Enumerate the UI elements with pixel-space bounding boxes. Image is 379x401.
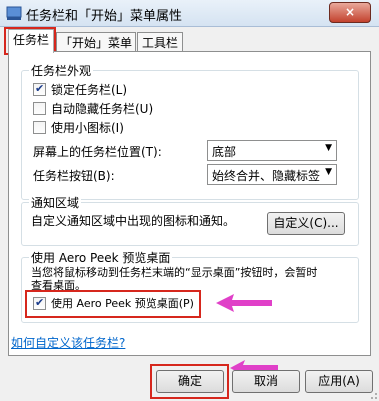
close-button[interactable]: × [329,2,371,23]
tab-panel: 任务栏外观 ✔ 锁定任务栏(L) 自动隐藏任务栏(U) 使用小图标(I) 屏幕上… [8,51,371,356]
cancel-button[interactable]: 取消 [232,370,300,393]
position-select[interactable]: 底部 ▼ [207,140,337,161]
help-link[interactable]: 如何自定义该任务栏? [11,334,125,351]
lock-taskbar-checkbox[interactable]: ✔ [33,82,46,96]
title-bar: 任务栏和「开始」菜单属性 × [0,0,379,27]
taskbar-properties-icon [6,6,22,20]
customize-button[interactable]: 自定义(C)... [267,212,345,235]
window-title: 任务栏和「开始」菜单属性 [26,9,183,24]
tab-start-menu[interactable]: 「开始」菜单 [56,32,136,53]
tab-toolbars[interactable]: 工具栏 [137,32,183,53]
resize-grip-icon[interactable] [366,388,378,400]
lock-taskbar-label: 锁定任务栏(L) [51,83,128,97]
autohide-label: 自动隐藏任务栏(U) [51,102,154,116]
tab-taskbar[interactable]: 任务栏 [8,29,54,53]
chevron-down-icon: ▼ [325,167,332,177]
autohide-checkbox[interactable] [33,102,46,115]
buttons-select[interactable]: 始终合并、隐藏标签 ▼ [207,164,337,185]
apply-button[interactable]: 应用(A) [305,370,373,393]
peek-highlight-box [25,290,201,318]
chevron-down-icon: ▼ [325,143,332,153]
buttons-label: 任务栏按钮(B): [33,169,115,183]
small-icons-checkbox[interactable] [33,121,46,134]
notify-group-title: 通知区域 [29,194,82,211]
appearance-group-title: 任务栏外观 [29,62,94,79]
ok-highlight-box [150,364,229,399]
check-mark-icon: ✔ [35,82,45,95]
arrow-icon [216,294,272,312]
notify-description: 自定义通知区域中出现的图标和通知。 [31,214,236,228]
position-value: 底部 [212,145,237,159]
small-icons-label: 使用小图标(I) [51,121,124,135]
position-label: 屏幕上的任务栏位置(T): [33,145,162,159]
buttons-value: 始终合并、隐藏标签 [212,169,321,183]
